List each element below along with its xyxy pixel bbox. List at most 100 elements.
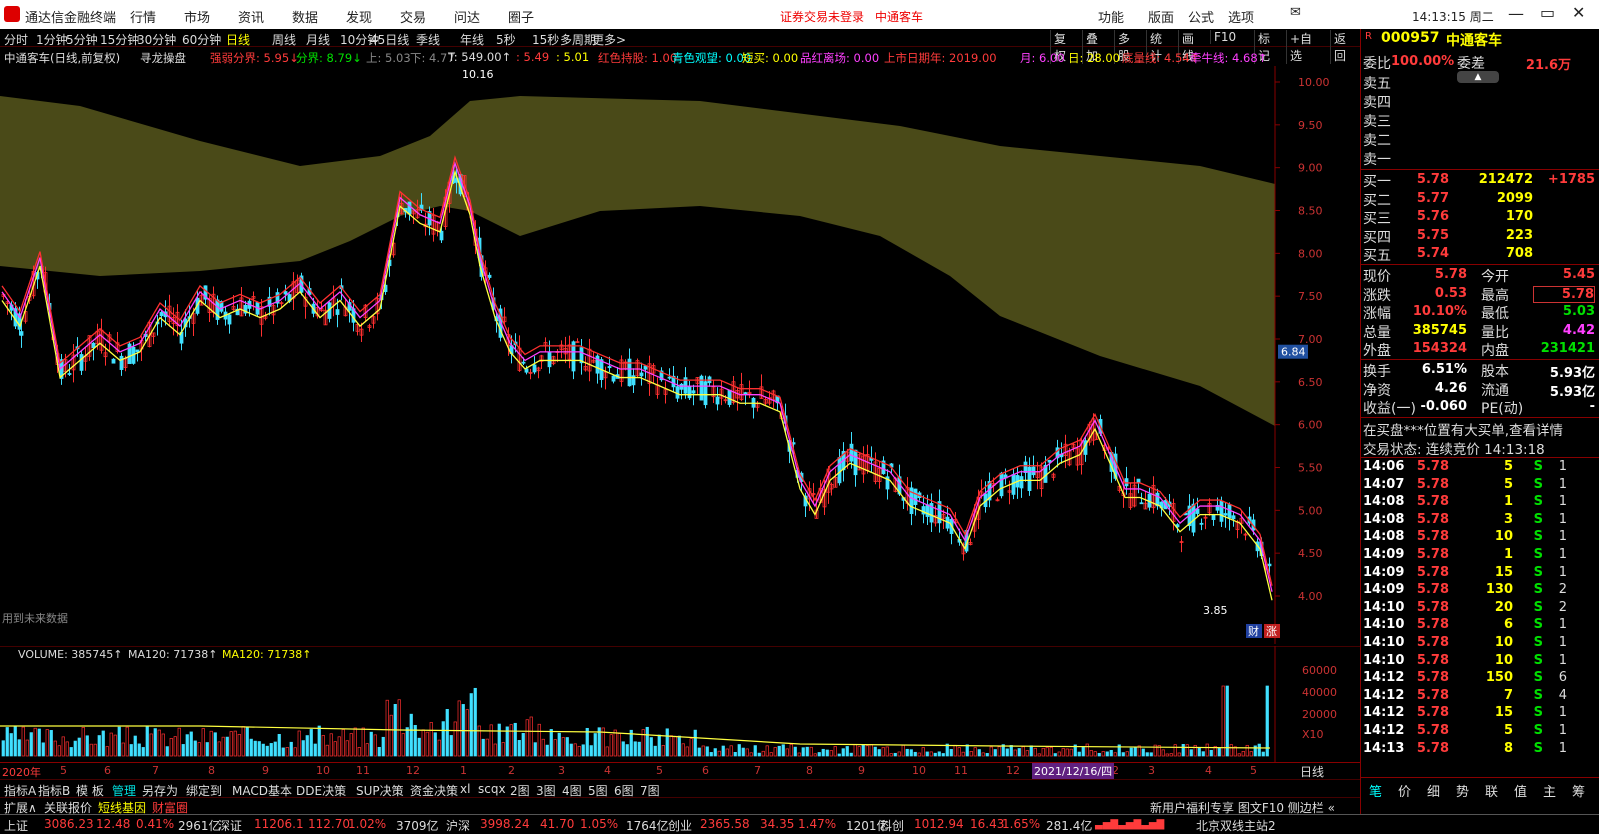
volume-bar — [57, 745, 61, 757]
quote-tab-1[interactable]: 价 — [1398, 781, 1411, 800]
menu-item-wenda[interactable]: 问达 — [454, 7, 480, 26]
period-tab-2[interactable]: 5分钟 — [66, 31, 98, 48]
tick-side-8: S — [1533, 599, 1543, 615]
collapse-arrow-button[interactable]: ▲ — [1457, 71, 1499, 83]
tick-volume-7: 130 — [1485, 582, 1513, 598]
volume-bar — [921, 747, 925, 757]
candle — [861, 446, 866, 483]
volume-bar — [1065, 748, 1069, 757]
volume-bar — [837, 753, 841, 757]
period-tab-8[interactable]: 月线 — [306, 31, 330, 48]
menu-item-jiaoyi[interactable]: 交易 — [400, 7, 426, 26]
volume-bar — [797, 752, 801, 757]
period-tab-1[interactable]: 1分钟 — [36, 31, 68, 48]
candle — [711, 379, 716, 403]
quote-divider-4 — [1361, 457, 1599, 458]
bid-volume-3: 223 — [1505, 227, 1533, 243]
quote-tab-3[interactable]: 势 — [1456, 781, 1469, 800]
sys-menu-banmian[interactable]: 版面 — [1148, 7, 1174, 26]
volume-bar — [337, 736, 341, 757]
tick-time-16: 14:13 — [1363, 740, 1405, 756]
volume-bar — [1221, 685, 1225, 757]
index-ticker-7: 112.70 — [308, 817, 350, 831]
period-tab-16[interactable]: 更多> — [592, 31, 626, 48]
date-label-4: 8 — [208, 764, 215, 777]
tick-side-3: S — [1533, 511, 1543, 527]
period-tab-6[interactable]: 日线 — [226, 31, 250, 48]
volume-bar — [325, 744, 329, 757]
sys-menu-xuanxiang[interactable]: 选项 — [1228, 7, 1254, 26]
volume-bar — [1189, 749, 1193, 757]
tick-volume-12: 150 — [1485, 670, 1513, 686]
volume-bar — [977, 749, 981, 757]
volume-bar — [969, 751, 973, 757]
fin-label2-0: 股本 — [1481, 364, 1509, 380]
kline-chart[interactable]: 10.00 9.50 9.00 8.50 8.00 7.50 7.00 6.50 6.00 5.5… — [0, 66, 1360, 644]
quote-tab-2[interactable]: 细 — [1427, 781, 1440, 800]
period-switch-button[interactable]: 日线 — [1300, 763, 1324, 780]
quote-tabs-divider — [1361, 777, 1599, 778]
sys-menu-gongneng[interactable]: 功能 — [1098, 7, 1124, 26]
period-tab-11[interactable]: 季线 — [416, 31, 440, 48]
sys-menu-gongshi[interactable]: 公式 — [1188, 7, 1214, 26]
quote-tab-5[interactable]: 值 — [1514, 781, 1527, 800]
menu-item-shichang[interactable]: 市场 — [184, 7, 210, 26]
fin-value2-2: - — [1589, 399, 1595, 414]
indicator-value-10: 品红离场: 0.00 — [800, 51, 880, 65]
menu-item-quanzi[interactable]: 圈子 — [508, 7, 534, 26]
chart-tool-5[interactable]: F10 — [1210, 30, 1239, 44]
volume-bar — [889, 753, 893, 757]
quote-tab-0[interactable]: 笔 — [1369, 781, 1382, 800]
tick-time-10: 14:10 — [1363, 635, 1405, 650]
period-tab-7[interactable]: 周线 — [272, 31, 296, 48]
menu-item-shuju[interactable]: 数据 — [292, 7, 318, 26]
period-tab-3[interactable]: 15分钟 — [100, 31, 139, 48]
volume-bar — [689, 738, 693, 757]
menu-item-hangqing[interactable]: 行情 — [130, 7, 156, 26]
menu-item-zixun[interactable]: 资讯 — [238, 7, 264, 26]
volume-bar — [653, 745, 657, 757]
period-tab-14[interactable]: 15秒 — [532, 31, 559, 48]
tick-time-1: 14:07 — [1363, 476, 1405, 492]
login-notice[interactable]: 证券交易未登录 — [780, 8, 864, 25]
period-tab-0[interactable]: 分时 — [4, 31, 28, 48]
close-icon[interactable]: ✕ — [1572, 3, 1585, 22]
candle — [203, 285, 208, 305]
quote-tab-7[interactable]: 筹 — [1572, 781, 1585, 800]
period-tab-4[interactable]: 30分钟 — [137, 31, 176, 48]
server-name[interactable]: 北京双线主站2 — [1196, 817, 1276, 834]
period-tab-5[interactable]: 60分钟 — [182, 31, 221, 48]
menu-item-faxian[interactable]: 发现 — [346, 7, 372, 26]
period-tab-13[interactable]: 5秒 — [496, 31, 516, 48]
tick-count-0: 1 — [1558, 459, 1567, 474]
bid-label-1: 买二 — [1363, 192, 1391, 209]
quote-tab-6[interactable]: 主 — [1543, 781, 1556, 800]
mail-icon[interactable]: ✉ — [1290, 5, 1301, 20]
period-tab-12[interactable]: 年线 — [460, 31, 484, 48]
bottom-tab-10[interactable]: xl — [460, 782, 470, 796]
tick-side-13: S — [1533, 687, 1543, 703]
period-tab-10[interactable]: 45日线 — [370, 31, 409, 48]
big-order-alert[interactable]: 在买盘***位置有大买单,查看详情 — [1363, 419, 1563, 439]
volume-bar — [833, 746, 837, 757]
bottom-tab-11[interactable]: scqx — [478, 782, 506, 796]
volume-chart[interactable]: VOLUME: 385745↑ MA120: 71738↑ MA120: 71738… — [0, 646, 1360, 762]
volume-bar — [213, 732, 217, 757]
volume-bar — [453, 721, 457, 757]
volume-bar — [157, 729, 161, 757]
volume-bar — [49, 730, 53, 757]
volume-bar — [473, 687, 477, 757]
volume-bar — [1149, 752, 1153, 757]
login-notice-stock[interactable]: 中通客车 — [875, 8, 923, 25]
minimize-icon[interactable]: — — [1508, 4, 1524, 23]
period-tab-15[interactable]: 多周期 — [560, 31, 596, 48]
volume-bar — [401, 733, 405, 757]
index-ticker-6: 11206.1 — [254, 817, 304, 831]
indicator-name[interactable]: 寻龙操盘 — [140, 50, 186, 66]
maximize-icon[interactable]: ▭ — [1540, 3, 1555, 22]
candle — [699, 374, 704, 401]
volume-bar — [717, 750, 721, 757]
date-label-9: 1 — [460, 764, 467, 777]
candle — [151, 332, 156, 345]
quote-tab-4[interactable]: 联 — [1485, 781, 1498, 800]
